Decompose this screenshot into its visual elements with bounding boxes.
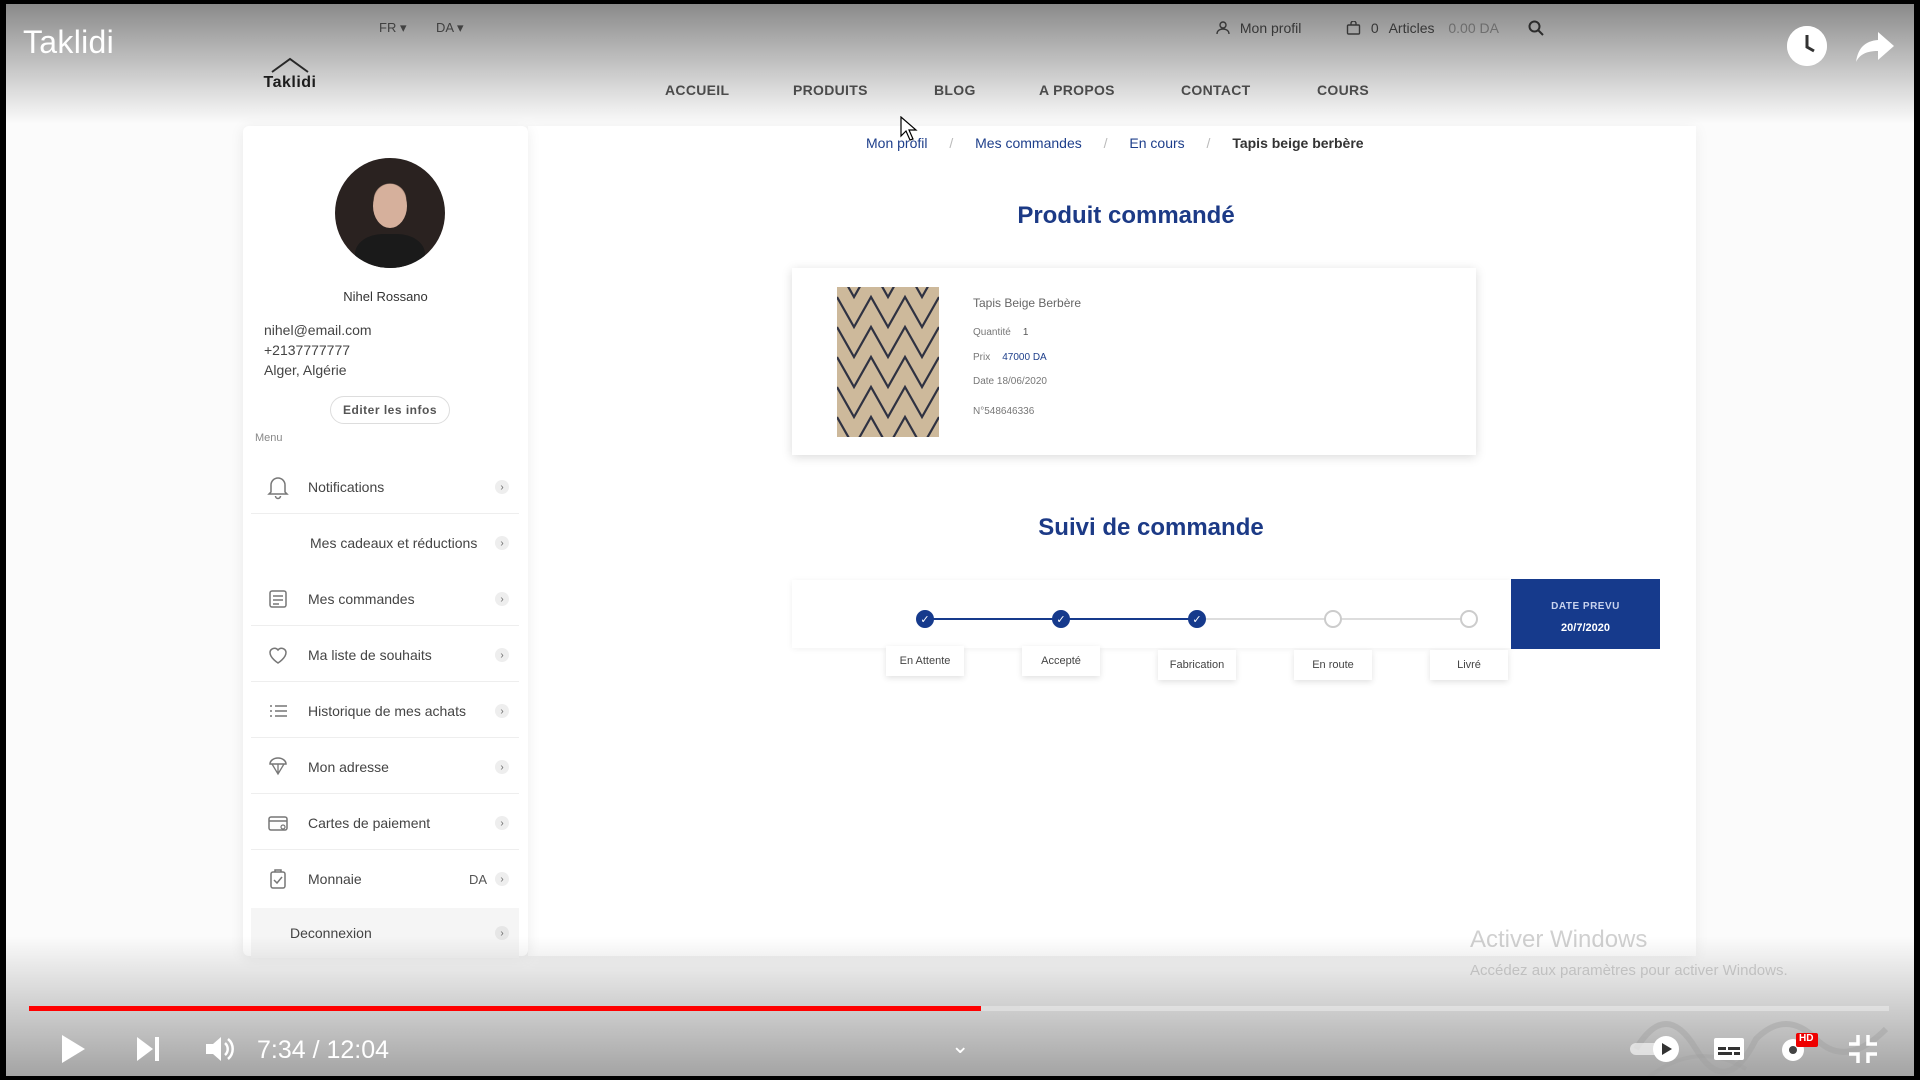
video-progress-bar[interactable] — [29, 1006, 1889, 1011]
volume-icon[interactable] — [203, 1032, 237, 1066]
nav-blog[interactable]: BLOG — [934, 82, 976, 98]
next-video-icon[interactable] — [134, 1032, 164, 1066]
chevron-down-icon[interactable]: ⌄ — [951, 1033, 969, 1059]
product-quantity: Quantité 1 — [973, 327, 1029, 338]
wallet-icon — [265, 866, 291, 892]
step-done-check-icon: ✓ — [1188, 610, 1206, 628]
tracker-step-label: Fabrication — [1158, 650, 1236, 680]
nav-a-propos[interactable]: A PROPOS — [1039, 82, 1115, 98]
user-location: Alger, Algérie — [264, 362, 347, 378]
play-icon[interactable] — [58, 1032, 88, 1066]
chevron-right-icon: › — [495, 816, 509, 830]
video-title[interactable]: Taklidi — [23, 24, 114, 61]
breadcrumb-mon-profil[interactable]: Mon profil — [866, 135, 927, 151]
share-icon[interactable] — [1854, 26, 1896, 66]
sidebar-item-wishlist[interactable]: Ma liste de souhaits › — [251, 628, 519, 682]
chevron-right-icon: › — [495, 480, 509, 494]
order-tracking-title: Suivi de commande — [1038, 514, 1264, 541]
autoplay-toggle[interactable] — [1628, 1032, 1682, 1066]
tracker-step-label: Accepté — [1022, 646, 1100, 676]
sidebar-item-address[interactable]: Mon adresse › — [251, 740, 519, 794]
menu-label: Menu — [255, 432, 283, 444]
ordered-product-title: Produit commandé — [1017, 202, 1235, 229]
step-done-check-icon: ✓ — [1052, 610, 1070, 628]
video-time: 7:34 / 12:04 — [257, 1036, 390, 1064]
product-image — [837, 287, 939, 437]
tracker-step-label: Livré — [1430, 650, 1508, 680]
sidebar-item-gifts[interactable]: Mes cadeaux et réductions › — [251, 516, 519, 570]
windows-activation-title: Activer Windows — [1470, 926, 1648, 953]
location-icon — [265, 754, 291, 780]
chevron-right-icon: › — [495, 536, 509, 550]
user-name: Nihel Rossano — [343, 289, 428, 304]
step-pending-dot — [1460, 610, 1478, 628]
credit-card-icon — [265, 810, 291, 836]
tracker-step-label: En route — [1294, 650, 1372, 680]
order-number: N°548646336 — [973, 406, 1035, 417]
video-frame: FR ▾ DA ▾ Mon profil 0 Articles 0.00 DA … — [6, 4, 1914, 1076]
currency-selector[interactable]: DA ▾ — [436, 20, 463, 36]
tracker-connector — [1333, 618, 1469, 620]
tracker-step-label: En Attente — [886, 646, 964, 676]
subtitles-icon[interactable] — [1712, 1032, 1746, 1066]
sidebar-item-payment-cards[interactable]: Cartes de paiement › — [251, 796, 519, 850]
cart-link[interactable]: 0 Articles 0.00 DA — [1346, 20, 1499, 36]
chevron-right-icon: › — [495, 648, 509, 662]
product-card[interactable]: Tapis Beige Berbère Quantité 1 Prix 47000 … — [792, 268, 1476, 455]
expected-date-box: DATE PREVU 20/7/2020 — [1511, 579, 1660, 649]
step-pending-dot — [1324, 610, 1342, 628]
bell-icon — [265, 474, 291, 500]
breadcrumb-en-cours[interactable]: En cours — [1129, 135, 1184, 151]
nav-accueil[interactable]: ACCUEIL — [665, 82, 729, 98]
edit-info-button[interactable]: Editer les infos — [330, 396, 450, 424]
order-tracker — [792, 580, 1512, 648]
sidebar-item-history[interactable]: Historique de mes achats › — [251, 684, 519, 738]
breadcrumb-current: Tapis beige berbère — [1232, 135, 1364, 151]
sidebar-item-notifications[interactable]: Notifications › — [251, 460, 519, 514]
windows-activation-text: Accédez aux paramètres pour activer Wind… — [1470, 962, 1788, 979]
tracker-connector — [1197, 618, 1333, 620]
heart-icon — [265, 642, 291, 668]
nav-produits[interactable]: PRODUITS — [793, 82, 868, 98]
step-done-check-icon: ✓ — [916, 610, 934, 628]
chevron-right-icon: › — [495, 704, 509, 718]
nav-contact[interactable]: CONTACT — [1181, 82, 1251, 98]
nav-cours[interactable]: COURS — [1317, 82, 1369, 98]
language-selector[interactable]: FR ▾ — [379, 20, 406, 36]
avatar — [335, 158, 445, 268]
logout-button[interactable]: Deconnexion › — [251, 908, 519, 958]
sidebar-item-orders[interactable]: Mes commandes › — [251, 572, 519, 626]
cart-icon — [1346, 20, 1365, 36]
tracker-connector — [925, 618, 1061, 620]
logo-roof-icon — [271, 57, 309, 73]
breadcrumb: Mon profil / Mes commandes / En cours / … — [866, 135, 1364, 151]
watch-later-icon[interactable] — [1787, 26, 1827, 66]
chevron-right-icon: › — [495, 872, 509, 886]
breadcrumb-mes-commandes[interactable]: Mes commandes — [975, 135, 1082, 151]
hd-badge: HD — [1799, 1033, 1814, 1044]
user-icon — [1216, 20, 1234, 36]
settings-icon[interactable]: HD — [1778, 1032, 1818, 1066]
chevron-right-icon: › — [495, 926, 509, 940]
site-logo[interactable]: Taklidi — [263, 56, 317, 106]
list-icon — [265, 698, 291, 724]
sidebar-item-currency[interactable]: Monnaie DA › — [251, 852, 519, 906]
chevron-right-icon: › — [495, 760, 509, 774]
product-price: Prix 47000 DA — [973, 352, 1047, 363]
search-icon[interactable] — [1528, 20, 1544, 41]
chevron-right-icon: › — [495, 592, 509, 606]
tracker-connector — [1061, 618, 1197, 620]
fullscreen-exit-icon[interactable] — [1846, 1032, 1880, 1066]
user-phone: +2137777777 — [264, 342, 351, 358]
mouse-cursor-icon — [900, 116, 918, 141]
orders-icon — [265, 586, 291, 612]
product-name: Tapis Beige Berbère — [973, 296, 1082, 310]
user-email: nihel@email.com — [264, 322, 372, 338]
order-date: Date 18/06/2020 — [973, 376, 1047, 387]
profile-link[interactable]: Mon profil — [1216, 20, 1301, 36]
